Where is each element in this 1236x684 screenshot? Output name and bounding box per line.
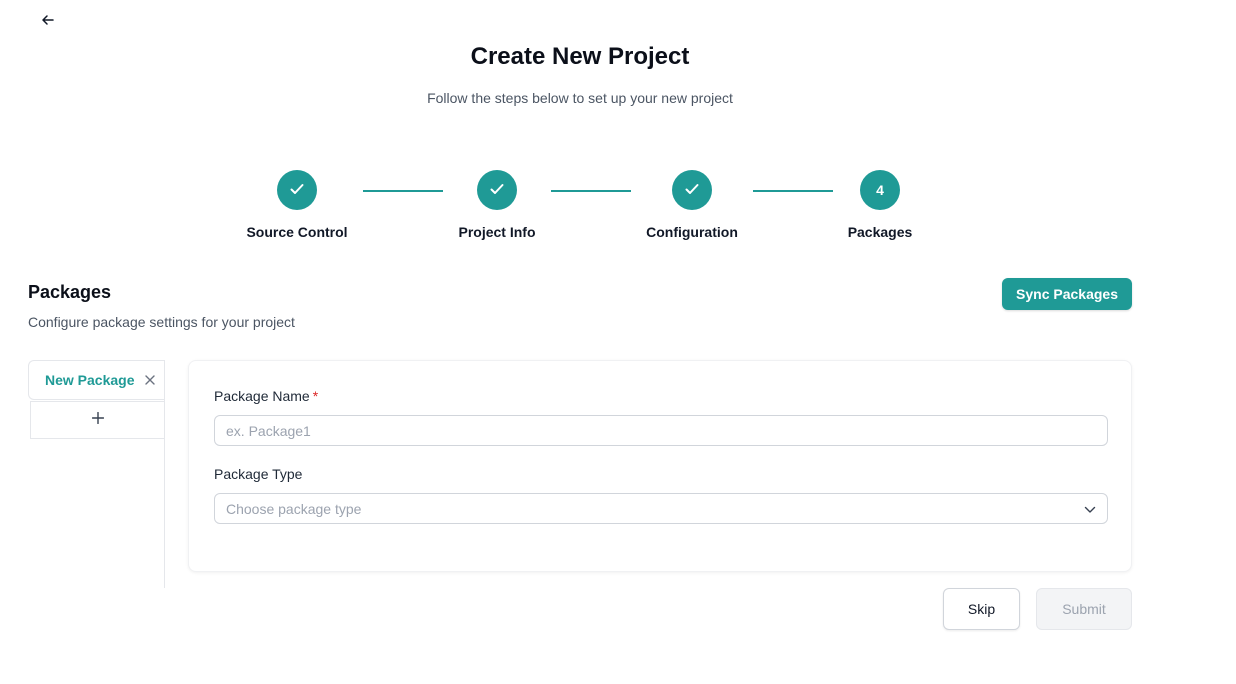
section-title: Packages [28,282,112,302]
step-label: Configuration [646,224,738,240]
package-tabs: New Package [28,360,165,588]
package-name-label: Package Name * [214,388,319,404]
check-icon [685,182,699,198]
skip-button[interactable]: Skip [943,588,1020,630]
back-button[interactable] [36,10,60,34]
step-packages: 4 Packages [810,170,950,240]
close-icon[interactable] [143,373,157,387]
package-type-placeholder: Choose package type [226,500,362,517]
check-icon [490,182,504,198]
chevron-down-icon [1084,501,1096,517]
section-subtitle: Configure package settings for your proj… [28,314,295,330]
submit-button[interactable]: Submit [1036,588,1132,630]
page-title: Create New Project [470,43,690,70]
step-label: Packages [847,224,913,240]
step-configuration: Configuration [622,170,762,240]
arrow-left-icon [41,13,55,32]
add-package-button[interactable] [30,401,164,439]
required-mark: * [312,388,319,404]
tab-label: New Package [45,372,135,388]
tab-new-package[interactable]: New Package [28,360,164,400]
step-number-circle: 4 [860,170,900,210]
plus-icon [91,411,104,429]
step-label: Source Control [246,224,348,240]
step-source-control: Source Control [227,170,367,240]
package-type-label: Package Type [214,466,303,482]
package-type-select[interactable]: Choose package type [214,493,1108,524]
package-name-input[interactable] [214,415,1108,446]
step-complete-circle [477,170,517,210]
page-subtitle: Follow the steps below to set up your ne… [427,90,733,106]
sync-packages-button[interactable]: Sync Packages [1002,278,1132,310]
step-complete-circle [672,170,712,210]
check-icon [290,182,304,198]
step-complete-circle [277,170,317,210]
package-form: Package Name* Package Type Choose packag… [188,360,1132,572]
step-project-info: Project Info [427,170,567,240]
step-label: Project Info [458,224,536,240]
